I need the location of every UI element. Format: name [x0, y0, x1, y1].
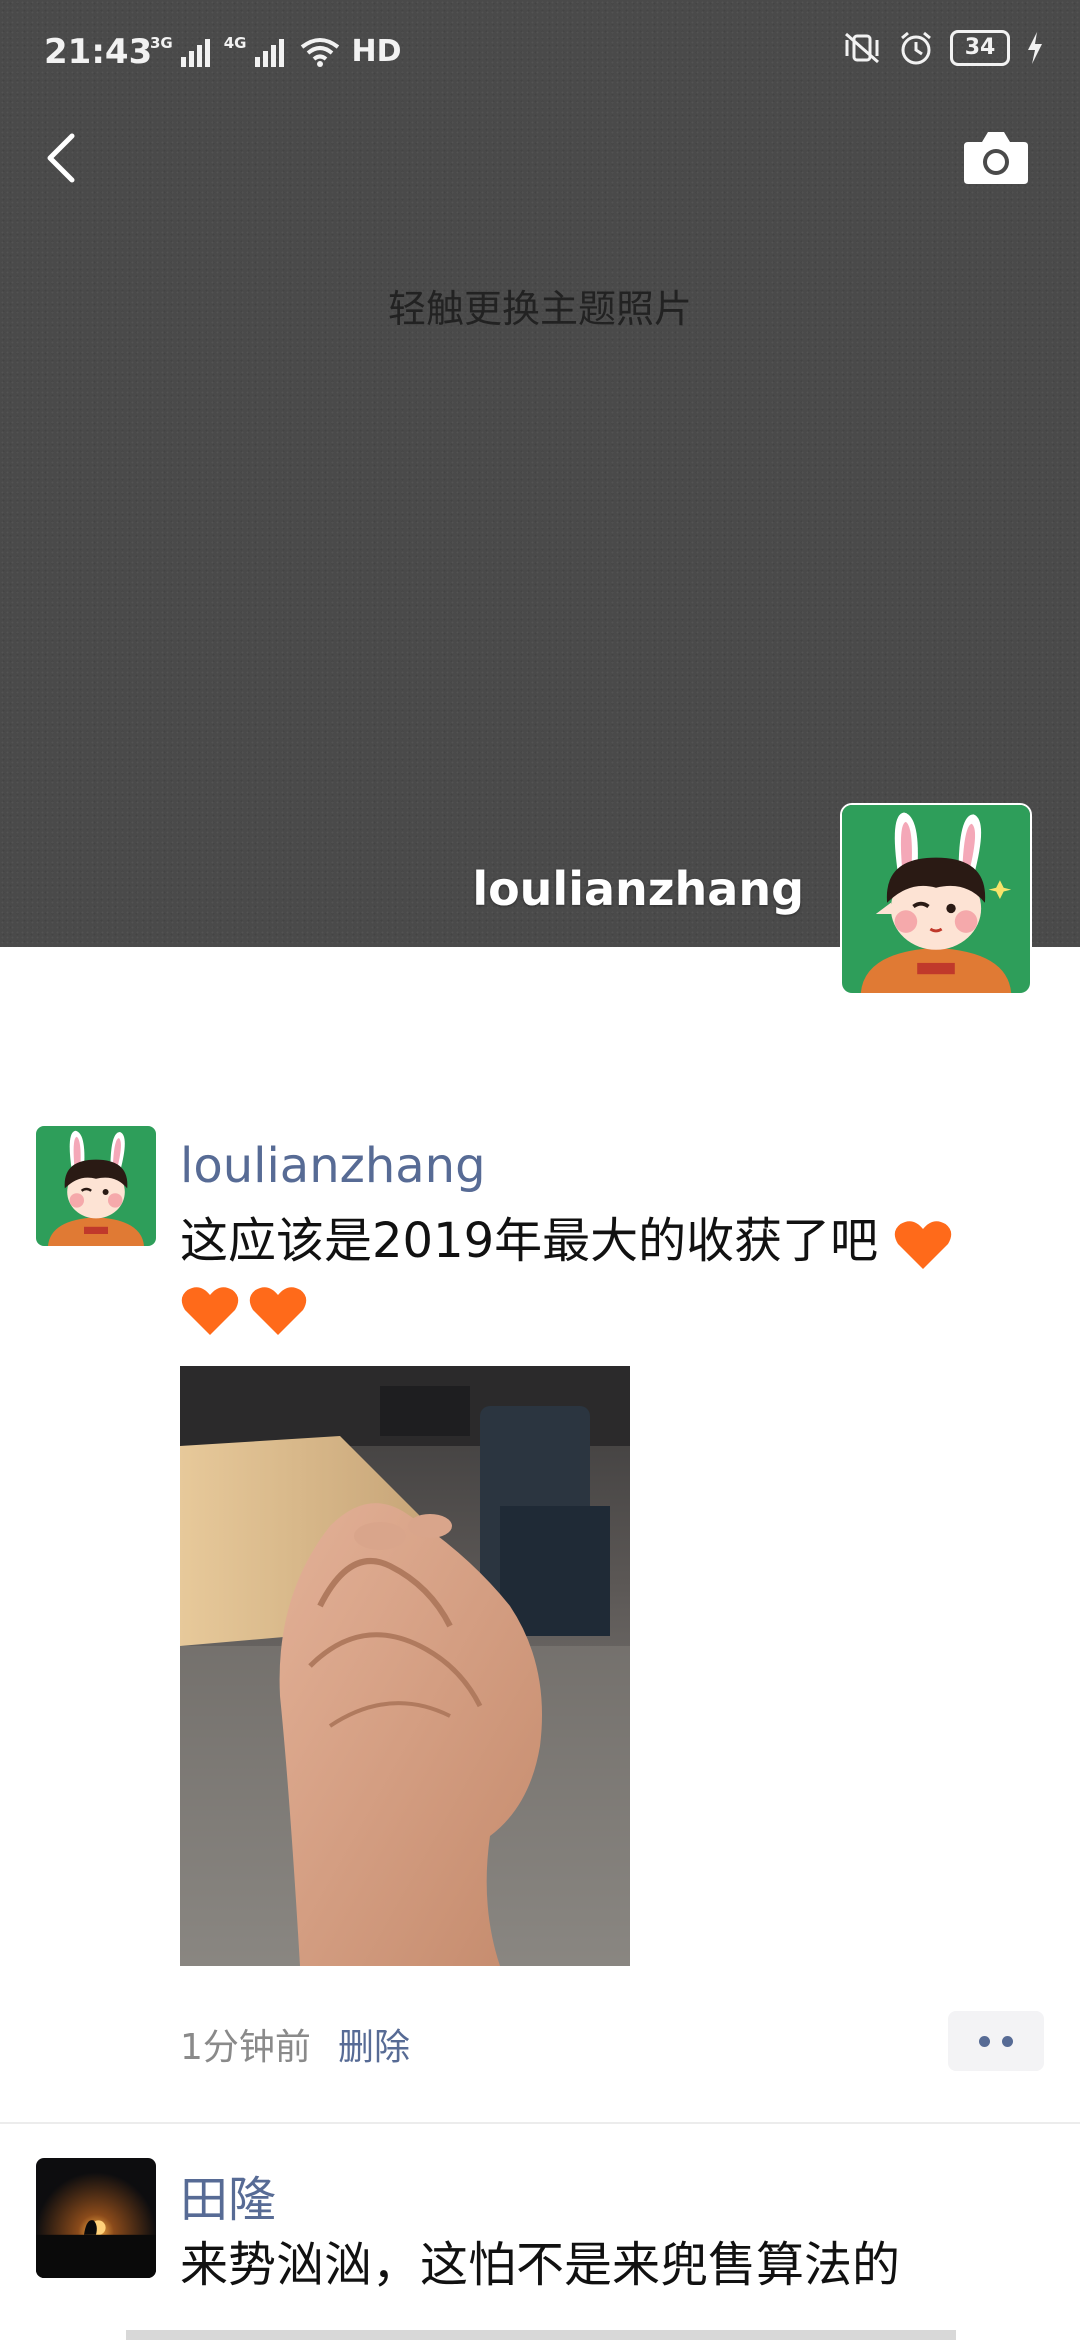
battery-icon: 34 — [950, 30, 1010, 66]
charging-icon — [1028, 32, 1042, 64]
post-divider — [0, 2122, 1080, 2124]
photo-image — [180, 1366, 630, 1966]
post-text: 这应该是2019年最大的收获了吧 — [180, 1208, 1000, 1340]
back-arrow-icon[interactable] — [32, 122, 92, 192]
avatar[interactable] — [36, 2158, 156, 2278]
avatar-illustration — [36, 1126, 156, 1246]
post-text: 来势汹汹，这怕不是来兜售算法的 — [180, 2237, 901, 2293]
camera-icon[interactable] — [960, 126, 1032, 188]
post-author[interactable]: loulianzhang — [180, 1138, 486, 1194]
change-cover-hint[interactable]: 轻触更换主题照片 — [0, 278, 1080, 333]
next-post-preview — [126, 2330, 956, 2340]
orange-heart-icon — [249, 1287, 307, 1335]
post-timestamp: 1分钟前 — [180, 2027, 311, 2068]
avatar-illustration — [842, 805, 1030, 993]
delete-link[interactable]: 删除 — [338, 2018, 410, 2070]
signal-icon — [254, 37, 284, 67]
avatar[interactable] — [36, 1126, 156, 1246]
orange-heart-icon — [181, 1287, 239, 1335]
post-photo-holding-hands[interactable] — [180, 1366, 630, 1966]
network-type-1: 3G — [150, 34, 173, 52]
post-text-content: 这应该是2019年最大的收获了吧 — [180, 1213, 879, 1269]
status-time: 21:43 — [44, 32, 153, 72]
profile-avatar[interactable] — [840, 803, 1032, 995]
signal-icon — [180, 37, 210, 67]
avatar-sunset-photo — [36, 2158, 156, 2278]
system-indicators: 34 — [842, 30, 1044, 66]
profile-username: loulianzhang — [472, 862, 804, 916]
wifi-icon — [300, 37, 339, 67]
hd-label: HD — [351, 34, 402, 69]
status-bar: 21:43 3G 4G HD 34 — [0, 0, 1080, 108]
network-indicators: 3G 4G HD — [150, 34, 402, 69]
vibrate-off-icon — [845, 32, 879, 64]
post-author[interactable]: 田隆 — [180, 2160, 276, 2230]
dot-icon — [979, 2035, 990, 2047]
dot-icon — [1002, 2035, 1013, 2047]
alarm-icon — [901, 31, 931, 65]
more-actions-button[interactable] — [948, 2011, 1044, 2071]
network-type-2: 4G — [223, 34, 247, 52]
orange-heart-icon — [895, 1221, 952, 1269]
